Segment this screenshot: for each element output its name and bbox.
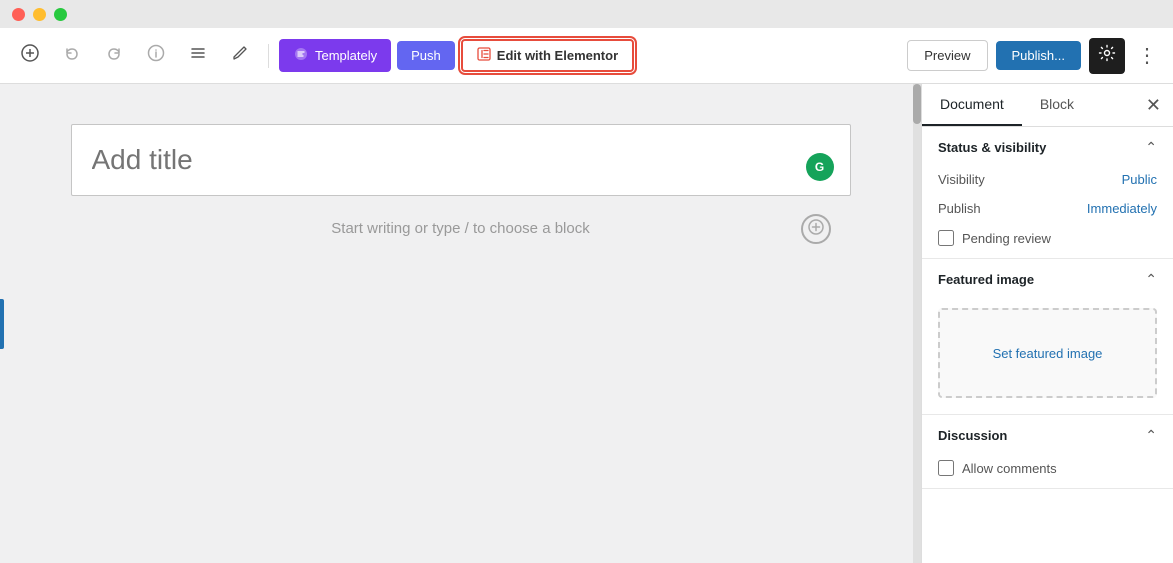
traffic-light-green[interactable] — [54, 8, 67, 21]
publish-label: Publish — [938, 201, 981, 216]
close-icon: ✕ — [1146, 95, 1161, 115]
post-title-input[interactable] — [92, 144, 830, 176]
left-edge-indicator — [0, 299, 4, 349]
visibility-value[interactable]: Public — [1122, 172, 1157, 187]
set-featured-image-label[interactable]: Set featured image — [993, 346, 1103, 361]
allow-comments-checkbox[interactable] — [938, 460, 954, 476]
toolbar-actions-right: Preview Publish... ⋮ — [907, 38, 1161, 74]
templately-button[interactable]: Templately — [279, 39, 391, 72]
tab-block[interactable]: Block — [1022, 84, 1092, 126]
chevron-up-discussion-icon: ⌃ — [1145, 427, 1157, 444]
visibility-label: Visibility — [938, 172, 985, 187]
section-status-visibility-title: Status & visibility — [938, 140, 1046, 155]
add-block-toolbar-button[interactable] — [12, 38, 48, 74]
templately-icon — [293, 46, 309, 65]
undo-icon — [63, 44, 81, 67]
more-options-button[interactable]: ⋮ — [1133, 43, 1161, 68]
visibility-field: Visibility Public — [922, 168, 1173, 197]
add-inline-icon — [808, 219, 824, 238]
elementor-label: Edit with Elementor — [497, 48, 618, 63]
section-status-visibility-header[interactable]: Status & visibility ⌃ — [922, 127, 1173, 168]
publish-button[interactable]: Publish... — [996, 41, 1081, 70]
gear-icon — [1098, 44, 1116, 67]
title-bar — [0, 0, 1173, 28]
info-button[interactable] — [138, 38, 174, 74]
push-label: Push — [411, 48, 441, 63]
section-discussion-title: Discussion — [938, 428, 1007, 443]
sidebar: Document Block ✕ Status & visibility ⌃ V… — [921, 84, 1173, 563]
publish-value[interactable]: Immediately — [1087, 201, 1157, 216]
pending-review-checkbox[interactable] — [938, 230, 954, 246]
scrollbar-track[interactable] — [913, 84, 921, 563]
section-status-visibility: Status & visibility ⌃ Visibility Public … — [922, 127, 1173, 259]
toolbar: Templately Push Edit with Elementor Prev… — [0, 28, 1173, 84]
pen-icon — [232, 45, 248, 66]
sidebar-header: Document Block ✕ — [922, 84, 1173, 127]
section-featured-image-title: Featured image — [938, 272, 1034, 287]
editor-area: G Start writing or type / to choose a bl… — [0, 84, 921, 563]
chevron-up-icon: ⌃ — [1145, 139, 1157, 156]
pending-review-row: Pending review — [922, 226, 1173, 258]
toolbar-divider — [268, 44, 269, 68]
allow-comments-row: Allow comments — [922, 456, 1173, 488]
list-icon — [189, 44, 207, 67]
title-block: G — [71, 124, 851, 196]
chevron-up-featured-icon: ⌃ — [1145, 271, 1157, 288]
scrollbar-thumb[interactable] — [913, 84, 921, 124]
write-block[interactable]: Start writing or type / to choose a bloc… — [71, 196, 851, 261]
publish-field: Publish Immediately — [922, 197, 1173, 226]
preview-button[interactable]: Preview — [907, 40, 987, 71]
featured-image-area[interactable]: Set featured image — [938, 308, 1157, 398]
section-featured-image: Featured image ⌃ Set featured image — [922, 259, 1173, 415]
editor-content: G Start writing or type / to choose a bl… — [71, 124, 851, 261]
redo-button[interactable] — [96, 38, 132, 74]
more-icon: ⋮ — [1137, 45, 1157, 67]
tab-document[interactable]: Document — [922, 84, 1022, 126]
elementor-icon — [477, 47, 491, 64]
section-discussion: Discussion ⌃ Allow comments — [922, 415, 1173, 489]
sidebar-close-button[interactable]: ✕ — [1146, 95, 1161, 116]
list-view-button[interactable] — [180, 38, 216, 74]
edit-pen-button[interactable] — [222, 38, 258, 74]
grammarly-icon: G — [806, 153, 834, 181]
edit-with-elementor-button[interactable]: Edit with Elementor — [461, 39, 634, 72]
settings-button[interactable] — [1089, 38, 1125, 74]
push-button[interactable]: Push — [397, 41, 455, 70]
section-featured-image-header[interactable]: Featured image ⌃ — [922, 259, 1173, 300]
section-discussion-header[interactable]: Discussion ⌃ — [922, 415, 1173, 456]
traffic-light-yellow[interactable] — [33, 8, 46, 21]
traffic-light-red[interactable] — [12, 8, 25, 21]
write-placeholder: Start writing or type / to choose a bloc… — [71, 220, 851, 237]
add-block-inline-button[interactable] — [801, 214, 831, 244]
main-layout: G Start writing or type / to choose a bl… — [0, 84, 1173, 563]
pending-review-label: Pending review — [962, 231, 1051, 246]
add-icon — [21, 44, 39, 67]
allow-comments-label: Allow comments — [962, 461, 1057, 476]
redo-icon — [105, 44, 123, 67]
undo-button[interactable] — [54, 38, 90, 74]
templately-label: Templately — [315, 48, 377, 63]
info-icon — [147, 44, 165, 67]
